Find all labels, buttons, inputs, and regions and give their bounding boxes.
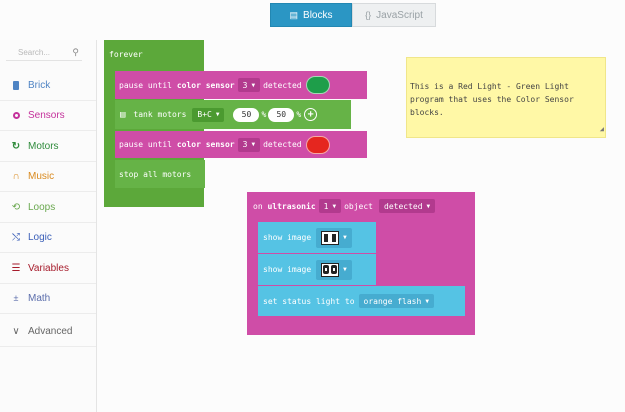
blocks-icon: ▤ bbox=[289, 9, 299, 20]
note-text: This is a Red Light - Green Light progra… bbox=[410, 82, 574, 117]
image-picker[interactable]: ▼ bbox=[316, 227, 352, 248]
port-dropdown[interactable]: 1 ▼ bbox=[318, 199, 342, 213]
eyes-image-icon bbox=[321, 230, 340, 245]
sidebar-item-label: Sensors bbox=[28, 109, 65, 121]
chevron-down-icon: ▼ bbox=[343, 266, 347, 273]
port-value: 3 bbox=[242, 140, 248, 149]
status-dropdown[interactable]: orange flash ▼ bbox=[358, 294, 434, 308]
pause-prefix: pause until bbox=[119, 140, 172, 149]
sidebar-item-sensors[interactable]: Sensors bbox=[0, 100, 96, 130]
speed-right-input[interactable]: 50 bbox=[268, 107, 295, 122]
speed-left-input[interactable]: 50 bbox=[233, 107, 260, 122]
event-prefix: on bbox=[253, 201, 263, 211]
tank-label: tank motors bbox=[133, 110, 187, 119]
sensor-name: color sensor bbox=[176, 140, 235, 149]
chevron-down-icon: ▼ bbox=[425, 297, 429, 305]
port-value: 1 bbox=[323, 201, 329, 211]
stop-all-motors-block[interactable]: stop all motors bbox=[115, 160, 205, 188]
object-label: object bbox=[344, 201, 373, 211]
pause-prefix: pause until bbox=[119, 80, 172, 90]
port-dropdown[interactable]: 3 ▼ bbox=[237, 78, 261, 92]
brick-icon bbox=[11, 80, 21, 90]
percent-label: % bbox=[296, 110, 302, 119]
port-dropdown[interactable]: 3 ▼ bbox=[237, 137, 261, 152]
event-value: detected bbox=[384, 201, 423, 211]
search-input[interactable]: Search... ⚲ bbox=[6, 46, 82, 61]
red-color-swatch[interactable] bbox=[305, 135, 330, 154]
shuffle-icon: ⤭ bbox=[12, 231, 20, 243]
chevron-down-icon: ▼ bbox=[251, 141, 256, 148]
ports-value: B+C bbox=[197, 110, 212, 119]
list-icon: ☰ bbox=[11, 262, 21, 274]
green-color-swatch[interactable] bbox=[305, 76, 330, 94]
pause-suffix: detected bbox=[263, 140, 302, 149]
pause-until-color-block-1[interactable]: pause until color sensor 3 ▼ detected bbox=[115, 71, 367, 99]
sidebar-item-label: Loops bbox=[28, 201, 56, 213]
sidebar-item-label: Music bbox=[28, 170, 55, 182]
resize-handle-icon[interactable]: ◢ bbox=[600, 123, 604, 136]
forever-label: forever bbox=[109, 50, 143, 59]
sidebar-item-label: Math bbox=[28, 292, 51, 304]
sidebar-item-music[interactable]: ∩ Music bbox=[0, 161, 96, 191]
chevron-down-icon: ▼ bbox=[426, 202, 431, 210]
sidebar-item-label: Logic bbox=[28, 231, 52, 243]
comment-icon[interactable]: ▤ bbox=[120, 110, 125, 120]
chevron-down-icon: ∨ bbox=[12, 325, 20, 337]
sidebar-item-label: Advanced bbox=[28, 325, 73, 337]
toolbox-sidebar: Search... ⚲ Brick Sensors ↻ Motors ∩ Mus… bbox=[0, 40, 97, 412]
editor-tabs: ▤ Blocks {} JavaScript bbox=[270, 3, 436, 27]
ports-dropdown[interactable]: B+C ▼ bbox=[192, 107, 225, 122]
tab-javascript-label: JavaScript bbox=[376, 9, 423, 21]
show-image-label: show image bbox=[263, 265, 312, 274]
sidebar-item-motors[interactable]: ↻ Motors bbox=[0, 131, 96, 161]
headphones-icon: ∩ bbox=[12, 170, 20, 182]
tab-javascript[interactable]: {} JavaScript bbox=[352, 3, 436, 27]
percent-label: % bbox=[261, 110, 267, 119]
port-value: 3 bbox=[242, 80, 248, 90]
math-icon: ± bbox=[13, 293, 19, 303]
divider bbox=[0, 313, 96, 314]
sidebar-item-label: Motors bbox=[28, 140, 59, 152]
set-status-light-block[interactable]: set status light to orange flash ▼ bbox=[258, 286, 465, 316]
show-image-block-1[interactable]: show image ▼ bbox=[258, 222, 376, 253]
sidebar-item-advanced[interactable]: ∨ Advanced bbox=[0, 316, 96, 346]
sidebar-item-math[interactable]: ± Math bbox=[0, 283, 96, 313]
chevron-down-icon: ▼ bbox=[251, 81, 256, 89]
sidebar-item-label: Variables bbox=[28, 262, 69, 274]
stop-label: stop all motors bbox=[119, 169, 192, 179]
motor-icon: ↻ bbox=[11, 140, 21, 152]
status-value: orange flash bbox=[363, 296, 422, 306]
sidebar-item-logic[interactable]: ⤭ Logic bbox=[0, 222, 96, 252]
comment-note[interactable]: This is a Red Light - Green Light progra… bbox=[406, 57, 606, 138]
sensor-name: color sensor bbox=[176, 80, 235, 90]
eyes-image-icon bbox=[321, 262, 340, 277]
event-dropdown[interactable]: detected ▼ bbox=[379, 199, 436, 213]
chevron-down-icon: ▼ bbox=[343, 234, 347, 241]
sensor-icon bbox=[11, 110, 21, 120]
code-braces-icon: {} bbox=[365, 10, 372, 20]
tab-blocks-label: Blocks bbox=[303, 9, 333, 21]
loop-icon: ⟲ bbox=[11, 201, 21, 213]
image-picker[interactable]: ▼ bbox=[316, 259, 352, 280]
plus-icon[interactable]: + bbox=[304, 108, 318, 121]
chevron-down-icon: ▼ bbox=[332, 202, 337, 210]
chevron-down-icon: ▼ bbox=[215, 111, 220, 118]
status-prefix: set status light to bbox=[263, 296, 355, 306]
pause-until-color-block-2[interactable]: pause until color sensor 3 ▼ detected bbox=[115, 131, 367, 158]
divider bbox=[0, 346, 96, 347]
pause-suffix: detected bbox=[263, 80, 302, 90]
sensor-name: ultrasonic bbox=[267, 201, 316, 211]
sidebar-item-variables[interactable]: ☰ Variables bbox=[0, 253, 96, 283]
tab-blocks[interactable]: ▤ Blocks bbox=[270, 3, 352, 27]
sidebar-item-brick[interactable]: Brick bbox=[0, 70, 96, 100]
search-placeholder: Search... bbox=[18, 48, 51, 57]
sidebar-item-loops[interactable]: ⟲ Loops bbox=[0, 192, 96, 222]
search-icon[interactable]: ⚲ bbox=[72, 47, 79, 58]
tank-motors-block[interactable]: ▤ tank motors B+C ▼ 50 % 50 % + bbox=[115, 100, 351, 129]
show-image-label: show image bbox=[263, 233, 312, 242]
show-image-block-2[interactable]: show image ▼ bbox=[258, 254, 376, 285]
sidebar-item-label: Brick bbox=[28, 79, 51, 91]
